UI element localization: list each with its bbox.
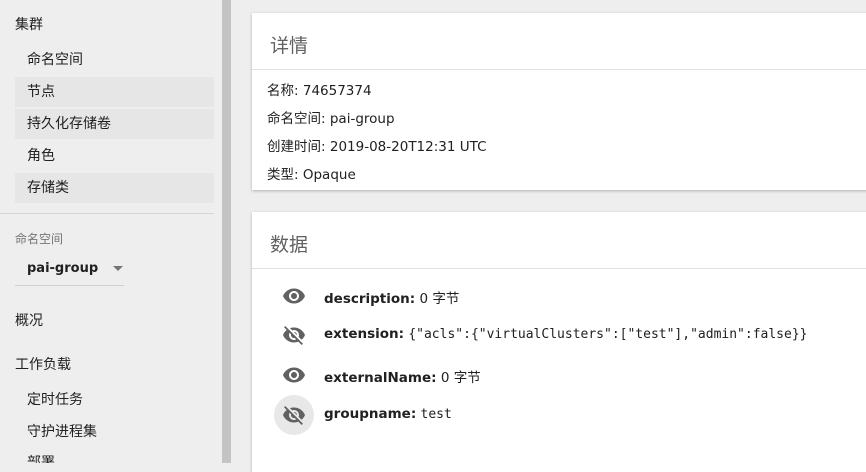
namespace-select[interactable]: pai-group [15, 256, 124, 286]
detail-created: 创建时间: 2019-08-20T12:31 UTC [267, 135, 487, 155]
sidebar-item-label: 守护进程集 [27, 424, 97, 440]
toggle-visibility-button[interactable] [274, 355, 314, 395]
namespace-select-value: pai-group [27, 261, 99, 276]
data-value: {"acls":{"virtualClusters":["test"],"adm… [408, 327, 808, 342]
sidebar-item-label: 命名空间 [27, 52, 83, 68]
data-row-description: description: 0 字节 [274, 276, 864, 316]
sidebar-item-label: 节点 [27, 84, 55, 100]
eye-off-icon [283, 406, 305, 425]
details-card: 详情 名称: 74657374 命名空间: pai-group 创建时间: 20… [252, 13, 866, 190]
namespace-label: 命名空间 [15, 232, 64, 246]
data-entry: description: 0 字节 [324, 287, 459, 307]
detail-type: 类型: Opaque [267, 163, 356, 183]
sidebar-item-label: 部署 [27, 455, 55, 463]
data-divider [252, 268, 866, 269]
details-title: 详情 [270, 35, 309, 57]
toggle-visibility-button[interactable] [274, 276, 314, 316]
detail-namespace-label: 命名空间: [267, 111, 326, 127]
sidebar-item-label: 角色 [27, 148, 55, 164]
toggle-visibility-button[interactable] [274, 315, 314, 355]
detail-name: 名称: 74657374 [267, 79, 372, 99]
sidebar-item-overview[interactable]: 概况 [15, 310, 43, 330]
sidebar: 集群 命名空间 节点 持久化存储卷 角色 存储类 命名空间 pai-group … [0, 0, 222, 463]
data-value: 0 字节 [419, 291, 460, 307]
data-key: extension: [324, 326, 405, 342]
cluster-heading[interactable]: 集群 [15, 14, 43, 34]
data-row-externalname: externalName: 0 字节 [274, 355, 864, 395]
sidebar-item-roles[interactable]: 角色 [15, 141, 214, 171]
sidebar-divider [0, 213, 214, 214]
data-value: test [420, 407, 452, 422]
sidebar-item-namespaces[interactable]: 命名空间 [15, 45, 214, 75]
data-entry: extension: {"acls":{"virtualClusters":["… [324, 326, 808, 342]
sidebar-item-label: 持久化存储卷 [27, 116, 111, 132]
data-key: description: [324, 291, 416, 307]
data-card: 数据 description: 0 字节 extension: {"acls":… [252, 212, 866, 472]
eye-icon [283, 288, 305, 304]
detail-name-value: 74657374 [302, 83, 372, 99]
workloads-heading[interactable]: 工作负载 [15, 354, 71, 374]
sidebar-item-deployments[interactable]: 部署 [15, 448, 214, 463]
sidebar-item-label: 存储类 [27, 180, 69, 196]
data-value: 0 字节 [440, 370, 481, 386]
data-entry: groupname: test [324, 406, 452, 422]
sidebar-item-nodes[interactable]: 节点 [15, 77, 214, 107]
data-entry: externalName: 0 字节 [324, 366, 481, 386]
toggle-visibility-button[interactable] [274, 395, 314, 435]
sidebar-splitter[interactable] [222, 0, 231, 463]
sidebar-item-label: 定时任务 [27, 392, 83, 408]
detail-type-value: Opaque [302, 167, 356, 183]
chevron-down-icon [113, 266, 123, 271]
detail-created-value: 2019-08-20T12:31 UTC [329, 139, 487, 155]
data-key: externalName: [324, 370, 437, 386]
detail-created-label: 创建时间: [267, 139, 326, 155]
detail-namespace: 命名空间: pai-group [267, 107, 395, 127]
detail-name-label: 名称: [267, 83, 299, 99]
detail-namespace-value: pai-group [329, 111, 395, 127]
sidebar-item-storage-classes[interactable]: 存储类 [15, 173, 214, 203]
sidebar-item-persistent-volumes[interactable]: 持久化存储卷 [15, 109, 214, 139]
details-divider [252, 69, 866, 70]
data-key: groupname: [324, 406, 417, 422]
data-title: 数据 [270, 234, 309, 256]
eye-icon [283, 367, 305, 383]
sidebar-item-cron-jobs[interactable]: 定时任务 [15, 385, 214, 415]
detail-type-label: 类型: [267, 167, 299, 183]
data-row-groupname: groupname: test [274, 395, 864, 435]
sidebar-item-daemon-sets[interactable]: 守护进程集 [15, 417, 214, 447]
data-row-extension: extension: {"acls":{"virtualClusters":["… [274, 315, 864, 355]
eye-off-icon [283, 326, 305, 345]
